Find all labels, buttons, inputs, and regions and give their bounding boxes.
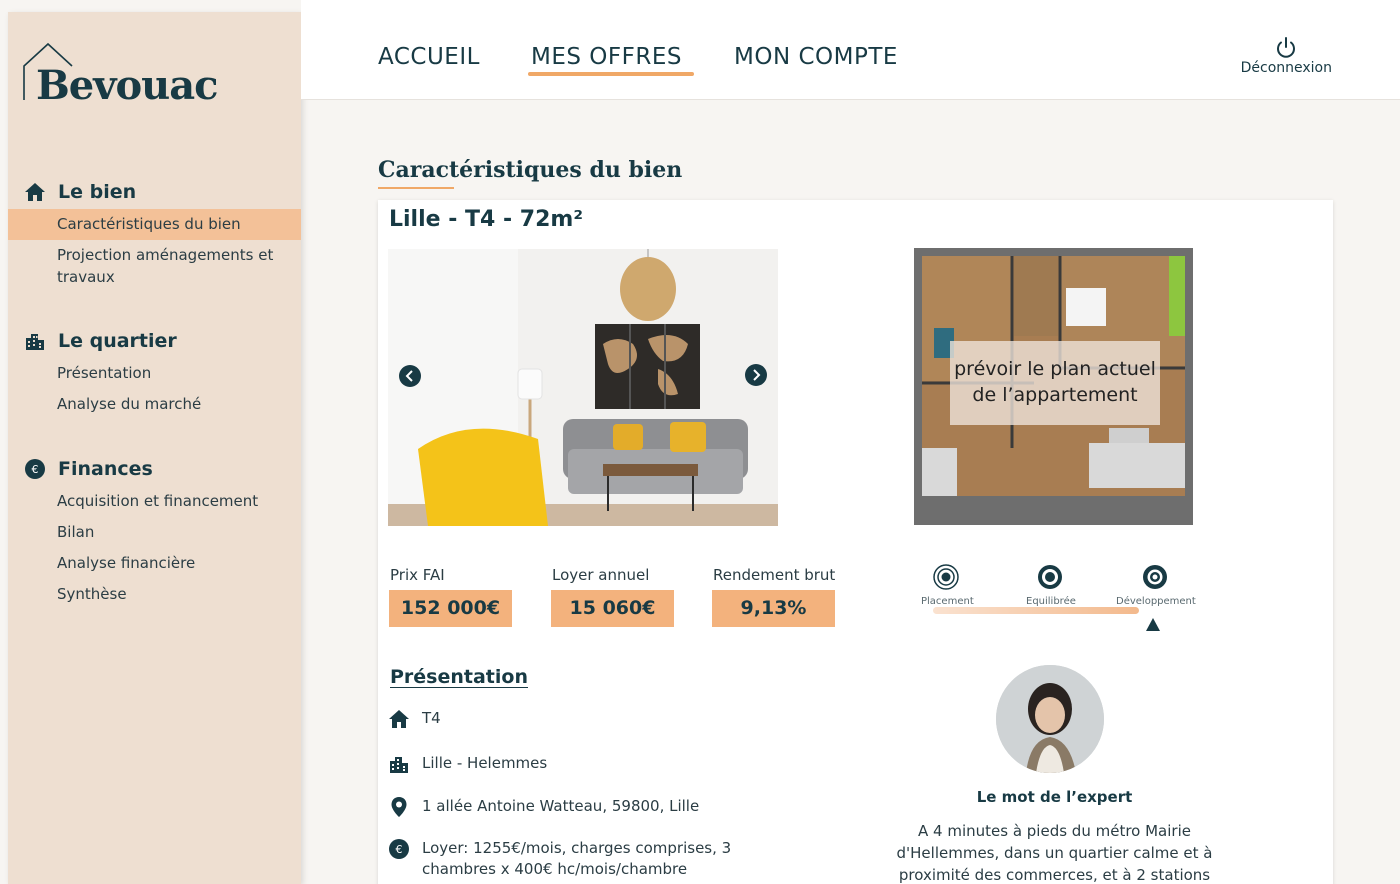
stat-prix: Prix FAI 152 000€ bbox=[389, 566, 512, 627]
stat-loyer: Loyer annuel 15 060€ bbox=[551, 566, 674, 627]
page-title: Caractéristiques du bien bbox=[378, 157, 683, 183]
city-icon bbox=[388, 753, 410, 775]
logout-label: Déconnexion bbox=[1240, 60, 1332, 76]
sidebar-item-acquisition[interactable]: Acquisition et financement bbox=[8, 486, 301, 517]
sidebar-section-le-bien: Le bien Caractéristiques du bien Project… bbox=[8, 179, 301, 293]
stat-label: Loyer annuel bbox=[552, 566, 650, 584]
home-icon bbox=[24, 181, 46, 203]
sidebar-section-title: Finances bbox=[58, 458, 153, 480]
expert-portrait bbox=[996, 665, 1104, 773]
city-icon bbox=[24, 330, 46, 352]
brand-name: Bevouac bbox=[36, 62, 219, 109]
target-placement-icon[interactable] bbox=[933, 564, 959, 590]
brand-logo[interactable]: Bevouac bbox=[22, 40, 222, 110]
home-icon bbox=[388, 708, 410, 730]
top-navigation-bar: ACCUEIL MES OFFRES MON COMPTE Déconnexio… bbox=[301, 0, 1400, 100]
living-room-photo bbox=[388, 249, 778, 526]
expert-avatar bbox=[996, 665, 1104, 773]
stat-value: 15 060€ bbox=[551, 590, 674, 627]
presentation-text: Lille - Helemmes bbox=[422, 754, 548, 772]
stat-rendement: Rendement brut 9,13% bbox=[712, 566, 835, 627]
floor-plan: prévoir le plan actuel de l’appartement bbox=[914, 248, 1193, 525]
tab-accueil[interactable]: ACCUEIL bbox=[378, 44, 480, 70]
stat-label: Rendement brut bbox=[713, 566, 836, 584]
sidebar-section-title: Le bien bbox=[58, 181, 137, 203]
presentation-heading: Présentation bbox=[390, 666, 528, 688]
presentation-row-type: T4 bbox=[388, 708, 752, 730]
presentation-row-adresse: 1 allée Antoine Watteau, 59800, Lille bbox=[388, 796, 752, 818]
euro-icon: € bbox=[24, 458, 46, 480]
sidebar-item-analyse-financiere[interactable]: Analyse financière bbox=[8, 548, 301, 579]
property-photo-carousel[interactable] bbox=[388, 249, 778, 526]
presentation-text: T4 bbox=[422, 709, 441, 727]
profile-label-placement: Placement bbox=[921, 596, 974, 607]
stat-value: 152 000€ bbox=[389, 590, 512, 627]
tab-mes-offres[interactable]: MES OFFRES bbox=[528, 44, 694, 76]
chevron-right-icon bbox=[753, 369, 761, 381]
presentation-row-quartier: Lille - Helemmes bbox=[388, 753, 752, 775]
power-icon bbox=[1277, 37, 1296, 58]
tab-mon-compte[interactable]: MON COMPTE bbox=[734, 44, 898, 70]
carousel-next-button[interactable] bbox=[745, 364, 767, 386]
svg-text:€: € bbox=[32, 463, 39, 476]
logout-button[interactable]: Déconnexion bbox=[1241, 36, 1332, 76]
sidebar-section-le-quartier: Le quartier Présentation Analyse du marc… bbox=[8, 328, 301, 420]
property-title: Lille - T4 - 72m² bbox=[389, 207, 583, 232]
sidebar-section-finances: € Finances Acquisition et financement Bi… bbox=[8, 456, 301, 610]
sidebar-item-bilan[interactable]: Bilan bbox=[8, 517, 301, 548]
chevron-left-icon bbox=[405, 370, 413, 382]
investment-profile-scale: Placement Equilibrée Développement bbox=[918, 564, 1208, 634]
stat-value: 9,13% bbox=[712, 590, 835, 627]
target-developpement-icon[interactable] bbox=[1142, 564, 1168, 590]
profile-marker-triangle bbox=[1146, 618, 1160, 631]
stat-label: Prix FAI bbox=[390, 566, 445, 584]
sidebar-section-header[interactable]: Le bien bbox=[8, 179, 301, 205]
sidebar-section-header[interactable]: Le quartier bbox=[8, 328, 301, 354]
sidebar-section-title: Le quartier bbox=[58, 330, 177, 352]
carousel-prev-button[interactable] bbox=[399, 365, 421, 387]
sidebar-item-caracteristiques[interactable]: Caractéristiques du bien bbox=[8, 209, 301, 240]
location-pin-icon bbox=[388, 796, 410, 818]
title-underline bbox=[378, 187, 454, 189]
target-equilibree-icon[interactable] bbox=[1037, 564, 1063, 590]
sidebar-item-synthese[interactable]: Synthèse bbox=[8, 579, 301, 610]
sidebar-item-presentation[interactable]: Présentation bbox=[8, 358, 301, 389]
sidebar-item-analyse-marche[interactable]: Analyse du marché bbox=[8, 389, 301, 420]
profile-gradient-bar bbox=[933, 607, 1139, 614]
sidebar: Bevouac Le bien Caractéristiques du bien… bbox=[8, 12, 301, 884]
property-card: Lille - T4 - 72m² prévoir le plan actuel… bbox=[378, 200, 1333, 884]
presentation-row-loyer: € Loyer: 1255€/mois, charges comprises, … bbox=[388, 838, 752, 880]
svg-text:€: € bbox=[396, 843, 403, 856]
profile-label-developpement: Développement bbox=[1116, 596, 1196, 607]
presentation-text: 1 allée Antoine Watteau, 59800, Lille bbox=[422, 797, 700, 815]
euro-icon: € bbox=[388, 838, 410, 860]
expert-quote: A 4 minutes à pieds du métro Mairie d'He… bbox=[896, 822, 1213, 884]
expert-heading: Le mot de l’expert bbox=[976, 788, 1133, 806]
sidebar-item-projection[interactable]: Projection aménagements et travaux bbox=[8, 240, 301, 293]
presentation-text: Loyer: 1255€/mois, charges comprises, 3 … bbox=[422, 839, 732, 878]
sidebar-section-header[interactable]: € Finances bbox=[8, 456, 301, 482]
floor-plan-note: prévoir le plan actuel de l’appartement bbox=[950, 341, 1160, 425]
profile-label-equilibree: Equilibrée bbox=[1026, 596, 1076, 607]
